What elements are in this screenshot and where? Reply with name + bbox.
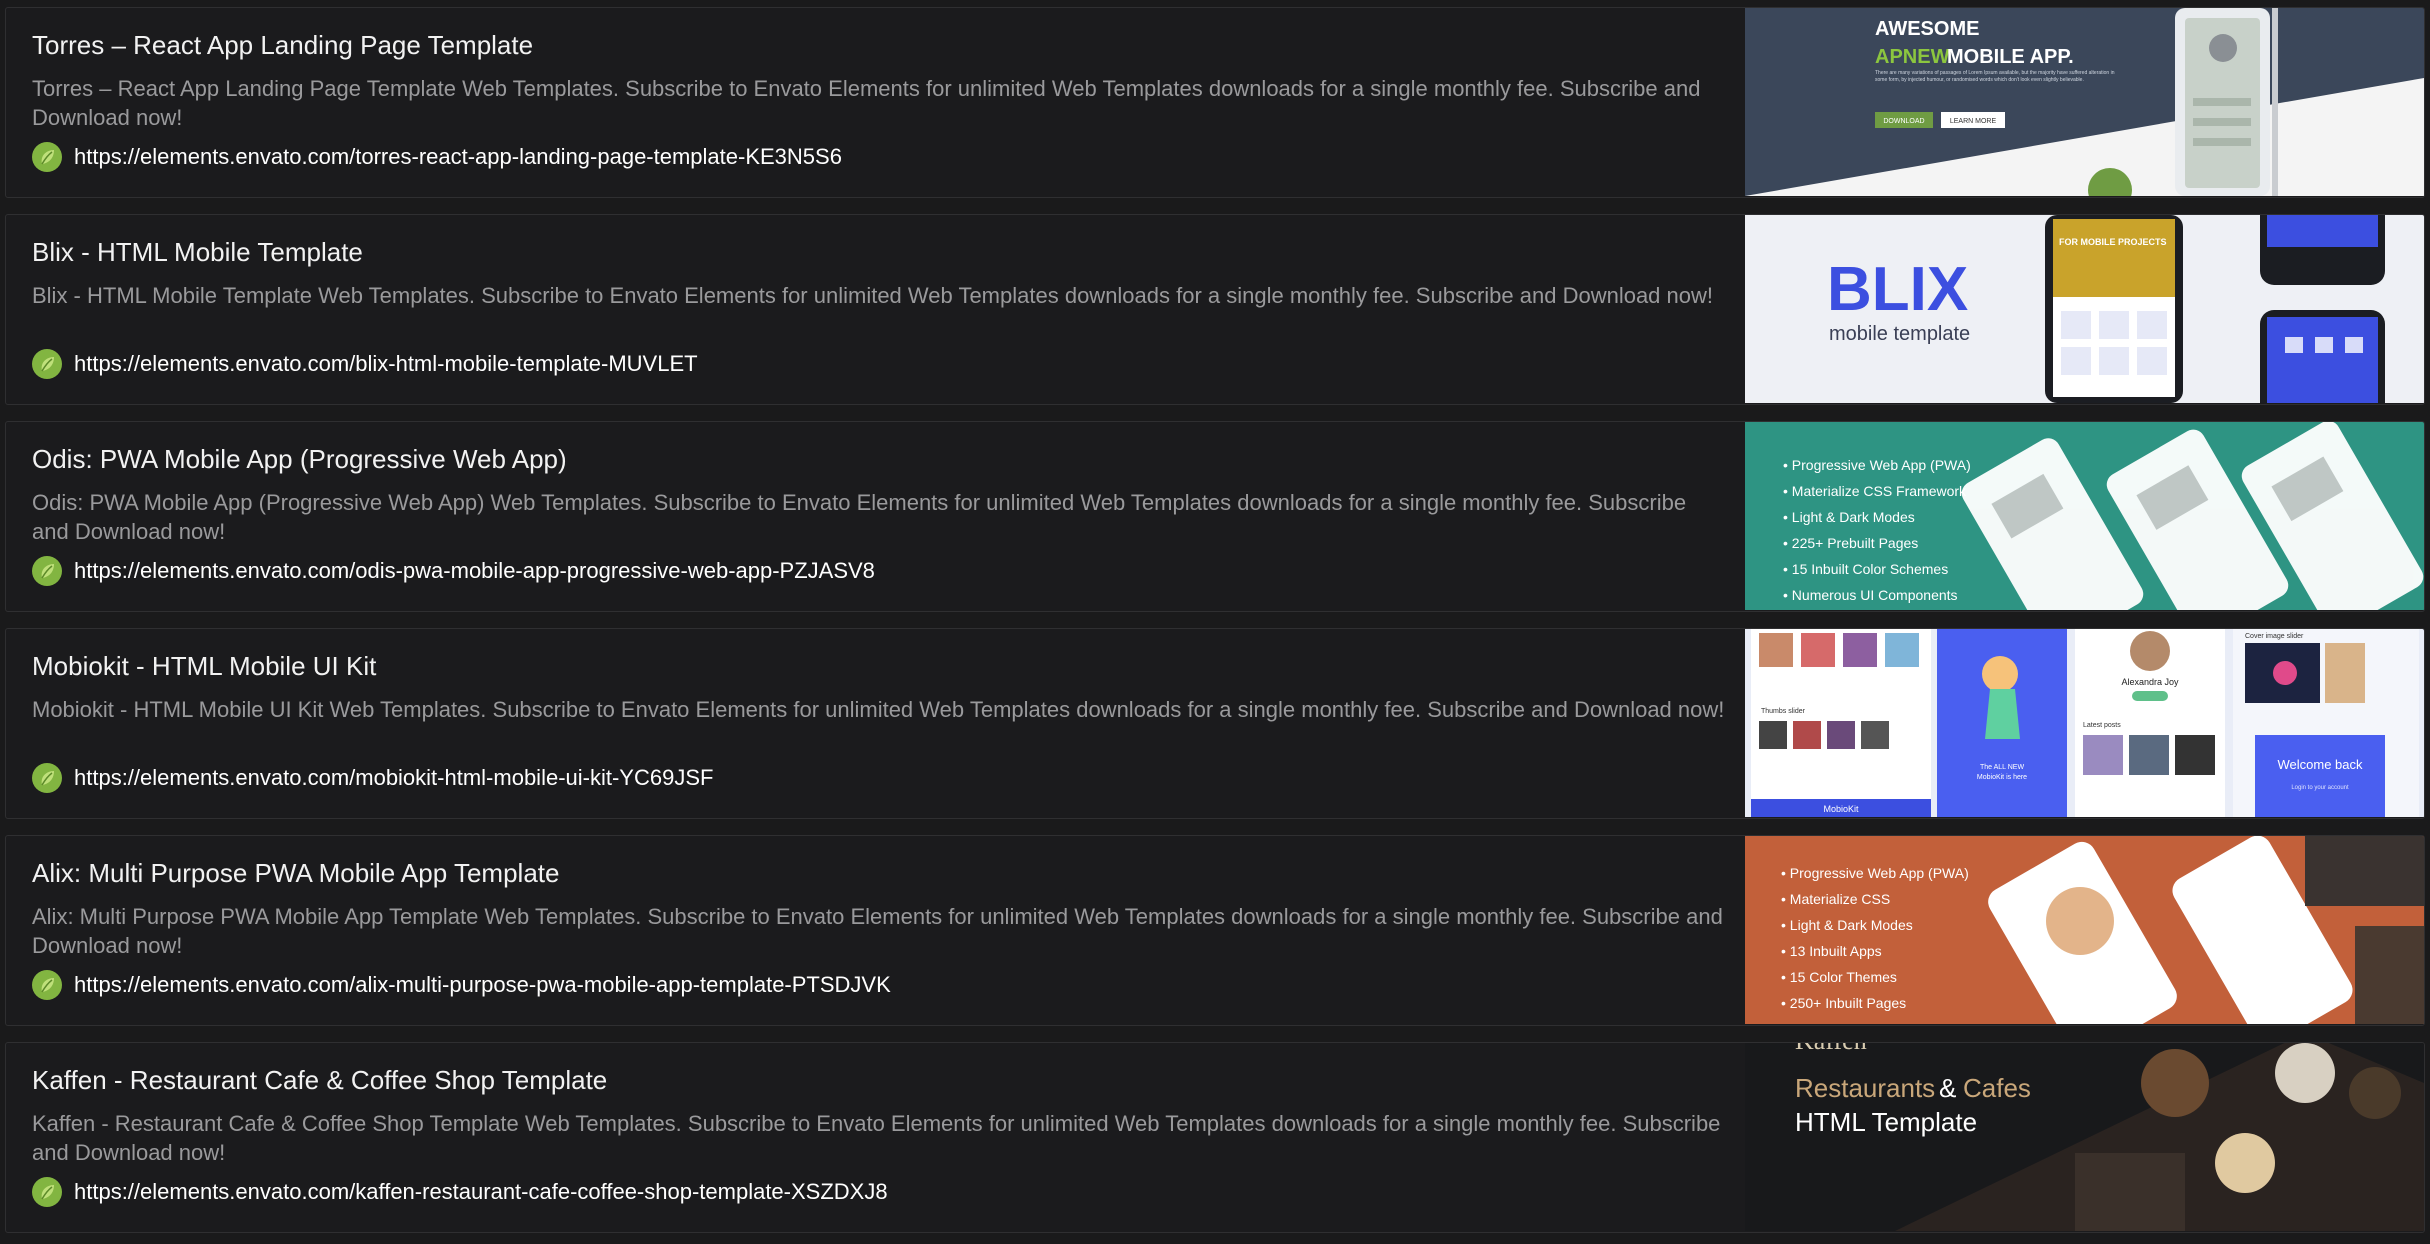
envato-leaf-icon bbox=[32, 142, 62, 172]
alix-feature: • Light & Dark Modes bbox=[1781, 917, 1913, 933]
mobiokit-slider-label: Thumbs slider bbox=[1761, 708, 1806, 715]
result-url-row[interactable]: https://elements.envato.com/kaffen-resta… bbox=[32, 1177, 888, 1207]
result-title[interactable]: Blix - HTML Mobile Template bbox=[32, 235, 1725, 269]
kaffen-line1-a: Restaurants bbox=[1795, 1073, 1935, 1103]
mobiokit-profile-name: Alexandra Joy bbox=[2121, 677, 2179, 687]
torres-headline-2b: MOBILE APP. bbox=[1947, 46, 2074, 68]
alix-feature: • 250+ Inbuilt Pages bbox=[1781, 995, 1906, 1011]
alix-feature: • 15 Color Themes bbox=[1781, 969, 1897, 985]
torres-headline-1: AWESOME bbox=[1875, 18, 1979, 40]
result-text: Mobiokit - HTML Mobile UI Kit Mobiokit -… bbox=[6, 629, 1745, 818]
result-card[interactable]: Mobiokit - HTML Mobile UI Kit Mobiokit -… bbox=[5, 628, 2425, 819]
envato-leaf-icon bbox=[32, 349, 62, 379]
odis-feature: • 225+ Prebuilt Pages bbox=[1783, 535, 1918, 551]
result-description: Kaffen - Restaurant Cafe & Coffee Shop T… bbox=[32, 1111, 1721, 1165]
envato-leaf-icon bbox=[32, 556, 62, 586]
result-description: Mobiokit - HTML Mobile UI Kit Web Templa… bbox=[32, 697, 1725, 722]
result-thumbnail[interactable]: • Progressive Web App (PWA) • Materializ… bbox=[1745, 836, 2424, 1025]
result-card[interactable]: Torres – React App Landing Page Template… bbox=[5, 7, 2425, 198]
kaffen-line2: HTML Template bbox=[1795, 1107, 1977, 1137]
result-card[interactable]: Kaffen - Restaurant Cafe & Coffee Shop T… bbox=[5, 1042, 2425, 1233]
torres-preview-image: AWESOME APNEW MOBILE APP. There are many… bbox=[1745, 8, 2424, 196]
result-card[interactable]: Odis: PWA Mobile App (Progressive Web Ap… bbox=[5, 421, 2425, 612]
blix-phone-text: FOR MOBILE PROJECTS bbox=[2059, 237, 2167, 247]
odis-feature: • Materialize CSS Framework bbox=[1783, 483, 1967, 499]
kaffen-brand: Kaffen bbox=[1795, 1043, 1867, 1055]
mobiokit-preview-image: Thumbs slider MobioKit The ALL NEW Mobio… bbox=[1745, 629, 2424, 817]
result-text: Alix: Multi Purpose PWA Mobile App Templ… bbox=[6, 836, 1745, 1025]
kaffen-line1-b: & bbox=[1939, 1073, 1956, 1103]
kaffen-line1-c: Cafes bbox=[1963, 1073, 2031, 1103]
result-url[interactable]: https://elements.envato.com/alix-multi-p… bbox=[74, 970, 891, 1000]
result-url[interactable]: https://elements.envato.com/kaffen-resta… bbox=[74, 1177, 888, 1207]
result-title[interactable]: Torres – React App Landing Page Template bbox=[32, 28, 1725, 62]
result-title[interactable]: Kaffen - Restaurant Cafe & Coffee Shop T… bbox=[32, 1063, 1725, 1097]
alix-feature: • 13 Inbuilt Apps bbox=[1781, 943, 1882, 959]
mobiokit-all-new-b: MobioKit is here bbox=[1977, 774, 2027, 781]
result-text: Kaffen - Restaurant Cafe & Coffee Shop T… bbox=[6, 1043, 1745, 1232]
odis-preview-image: • Progressive Web App (PWA) • Materializ… bbox=[1745, 422, 2424, 610]
odis-feature: • 15 Inbuilt Color Schemes bbox=[1783, 561, 1948, 577]
mobiokit-login-hint: Login to your account bbox=[2291, 785, 2349, 791]
result-url[interactable]: https://elements.envato.com/mobiokit-htm… bbox=[74, 763, 713, 793]
result-title[interactable]: Mobiokit - HTML Mobile UI Kit bbox=[32, 649, 1725, 683]
result-description: Alix: Multi Purpose PWA Mobile App Templ… bbox=[32, 904, 1723, 958]
mobiokit-welcome: Welcome back bbox=[2277, 757, 2363, 772]
result-thumbnail[interactable]: BLIX mobile template FOR MOBILE PROJECTS bbox=[1745, 215, 2424, 404]
result-url[interactable]: https://elements.envato.com/torres-react… bbox=[74, 142, 842, 172]
result-thumbnail[interactable]: Thumbs slider MobioKit The ALL NEW Mobio… bbox=[1745, 629, 2424, 818]
blix-logo: BLIX bbox=[1827, 255, 1968, 324]
result-url-row[interactable]: https://elements.envato.com/torres-react… bbox=[32, 142, 842, 172]
result-card[interactable]: Alix: Multi Purpose PWA Mobile App Templ… bbox=[5, 835, 2425, 1026]
envato-leaf-icon bbox=[32, 1177, 62, 1207]
result-thumbnail[interactable]: • Progressive Web App (PWA) • Materializ… bbox=[1745, 422, 2424, 611]
blix-preview-image: BLIX mobile template FOR MOBILE PROJECTS bbox=[1745, 215, 2424, 403]
alix-feature: • Progressive Web App (PWA) bbox=[1781, 865, 1969, 881]
result-thumbnail[interactable]: AWESOME APNEW MOBILE APP. There are many… bbox=[1745, 8, 2424, 197]
result-title[interactable]: Alix: Multi Purpose PWA Mobile App Templ… bbox=[32, 856, 1725, 890]
torres-download-button: DOWNLOAD bbox=[1883, 118, 1924, 125]
result-url-row[interactable]: https://elements.envato.com/alix-multi-p… bbox=[32, 970, 891, 1000]
search-results-list: Torres – React App Landing Page Template… bbox=[0, 0, 2430, 1244]
result-description: Blix - HTML Mobile Template Web Template… bbox=[32, 283, 1713, 308]
blix-subtitle: mobile template bbox=[1829, 323, 1970, 345]
envato-leaf-icon bbox=[32, 763, 62, 793]
result-text: Blix - HTML Mobile Template Blix - HTML … bbox=[6, 215, 1745, 404]
result-url-row[interactable]: https://elements.envato.com/mobiokit-htm… bbox=[32, 763, 713, 793]
result-text: Odis: PWA Mobile App (Progressive Web Ap… bbox=[6, 422, 1745, 611]
result-url-row[interactable]: https://elements.envato.com/blix-html-mo… bbox=[32, 349, 698, 379]
mobiokit-brand: MobioKit bbox=[1823, 804, 1859, 814]
result-card[interactable]: Blix - HTML Mobile Template Blix - HTML … bbox=[5, 214, 2425, 405]
odis-feature: • Progressive Web App (PWA) bbox=[1783, 457, 1971, 473]
mobiokit-all-new-a: The ALL NEW bbox=[1980, 764, 2024, 771]
result-thumbnail[interactable]: Kaffen Restaurants & Cafes HTML Template bbox=[1745, 1043, 2424, 1232]
mobiokit-latest-label: Latest posts bbox=[2083, 722, 2121, 729]
alix-feature: • Materialize CSS bbox=[1781, 891, 1890, 907]
result-url-row[interactable]: https://elements.envato.com/odis-pwa-mob… bbox=[32, 556, 875, 586]
torres-learn-button: LEARN MORE bbox=[1950, 118, 1997, 125]
odis-feature: • Light & Dark Modes bbox=[1783, 509, 1915, 525]
odis-feature: • Numerous UI Components bbox=[1783, 587, 1958, 603]
alix-preview-image: • Progressive Web App (PWA) • Materializ… bbox=[1745, 836, 2424, 1024]
mobiokit-cover-label: Cover image slider bbox=[2245, 633, 2304, 640]
result-description: Odis: PWA Mobile App (Progressive Web Ap… bbox=[32, 490, 1687, 544]
result-description: Torres – React App Landing Page Template… bbox=[32, 76, 1701, 130]
result-title[interactable]: Odis: PWA Mobile App (Progressive Web Ap… bbox=[32, 442, 1725, 476]
result-text: Torres – React App Landing Page Template… bbox=[6, 8, 1745, 197]
result-url[interactable]: https://elements.envato.com/blix-html-mo… bbox=[74, 349, 698, 379]
result-url[interactable]: https://elements.envato.com/odis-pwa-mob… bbox=[74, 556, 875, 586]
kaffen-preview-image: Kaffen Restaurants & Cafes HTML Template bbox=[1745, 1043, 2424, 1231]
envato-leaf-icon bbox=[32, 970, 62, 1000]
torres-body-text: There are many variations of passages of… bbox=[1875, 70, 2115, 83]
torres-headline-2a: APNEW bbox=[1875, 46, 1950, 68]
